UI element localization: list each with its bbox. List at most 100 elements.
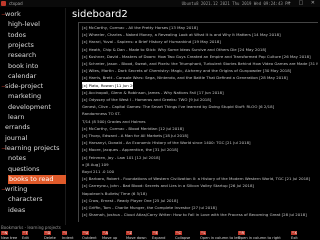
command-collapse[interactable]: ^C Collapse: [175, 231, 190, 240]
list-item[interactable]: [x] Wheeler, Charles - Naked Money, a Re…: [82, 31, 318, 38]
list-item[interactable]: [x] Harsanyi, Donald - An Economic Histo…: [82, 139, 318, 146]
command-exit[interactable]: ^X Exit: [291, 231, 298, 240]
sidebar-item-side-project[interactable]: − side-project: [1, 82, 67, 91]
main-pane: sideboard2 [x] McCarthy, Cormac - All th…: [68, 8, 320, 225]
sidebar-item-ideas[interactable]: ideas: [8, 206, 66, 215]
shortcut-key: ^L: [200, 231, 207, 235]
list-item[interactable]: Napoleon's Bullets/ Time (6 5/18): [82, 190, 318, 197]
list-item[interactable]: [x] Harari, Yuval - Sapiens: a Brief His…: [82, 38, 318, 45]
list-item[interactable]: [x] Moore, Jacques - Apprentice, the [31…: [82, 146, 318, 153]
sidebar-item-label: work: [5, 10, 21, 18]
list-item[interactable]: [x] Crow, Ernest - Ready Player One [25 …: [82, 197, 318, 204]
sidebar-item-label: book into: [8, 61, 39, 70]
sidebar-item-label: todos: [8, 30, 27, 39]
command-label: Move down: [126, 235, 147, 240]
command-delete[interactable]: ^D Delete: [44, 231, 56, 240]
title-bar: ctxpad Ubuntu8 2021.12 2021 Thu 2019 Wed…: [0, 0, 320, 7]
command-open-in-column-to-right[interactable]: ^R Open in column to right: [238, 231, 281, 240]
shortcut-key: ^T: [22, 231, 29, 235]
sidebar-item-calendar[interactable]: calendar: [8, 72, 66, 81]
sidebar-tree: − work high-level todos projects research book…: [0, 8, 66, 225]
command-label: Move up: [102, 235, 118, 240]
sidebar-item-label: calendar: [8, 71, 37, 80]
window-title: ctxpad: [9, 1, 23, 6]
sidebar-item-label: ideas: [8, 205, 26, 214]
sidebar-item-label: learn: [8, 113, 25, 121]
command-edit[interactable]: ^T Edit: [22, 231, 29, 240]
sidebar-item-todos[interactable]: todos: [8, 31, 66, 40]
window-controls[interactable]: – □ ✕: [288, 0, 318, 7]
bottom-bar: Bookmarks - learning projects ^N New tree…: [0, 225, 320, 240]
list-item[interactable]: [x] Schreier, Jason - Blood, Sweat, and …: [82, 60, 318, 67]
sidebar-item-notes[interactable]: notes: [8, 154, 66, 163]
command-outdent[interactable]: ^U Outdent: [82, 231, 97, 240]
sidebar-item-book-into[interactable]: book into: [8, 62, 66, 71]
sidebar-item-label: side-project: [5, 82, 44, 91]
command-open-in-column-to-left[interactable]: ^L Open in column to left: [200, 231, 240, 240]
list-item[interactable]: [x] Heath, Chip & Dan - Made to Stick: W…: [82, 46, 318, 53]
sidebar-item-label: journal: [5, 133, 28, 142]
list-item[interactable]: T/14 (8 500) Grades and Holmes: [82, 118, 318, 125]
sidebar-item-label: books to read: [9, 174, 54, 183]
list-item[interactable]: [x] Kushner, David - Masters of Doom: Ho…: [82, 53, 318, 60]
list-item[interactable]: [x] Barbaro, Robert - Foundations of Wes…: [82, 175, 318, 182]
command-new-tree[interactable]: ^N New tree: [1, 231, 17, 240]
shortcut-key: ^U: [82, 231, 89, 235]
command-label: Open in column to right: [238, 235, 281, 240]
list-item[interactable]: [x] Wiles, Martin - Dark Secrets of Chem…: [82, 67, 318, 74]
shortcut-key: ^R: [238, 231, 245, 235]
sidebar-item-errands[interactable]: errands: [1, 123, 67, 132]
sidebar-item-development[interactable]: development: [8, 103, 66, 112]
shortcut-key: ^A: [102, 231, 109, 235]
sidebar-item-label: characters: [8, 195, 43, 204]
sidebar-item-label: writing: [5, 185, 28, 194]
sidebar-item-books-to-read[interactable]: books to read: [8, 174, 66, 184]
selected-list-item[interactable]: [x] Plato, Rowan [11 Jun 2018]: [82, 81, 133, 89]
sidebar-item-writing[interactable]: − writing: [1, 185, 67, 194]
list-item[interactable]: x [8 Aug] 109: [82, 161, 318, 168]
list-item[interactable]: [x] Harris, Brett - Console Wars: Sega, …: [82, 74, 318, 81]
sidebar-item-characters[interactable]: characters: [8, 195, 66, 204]
sidebar-item-projects[interactable]: projects: [8, 41, 66, 50]
title-timestamp: Ubuntu8 2021.12 2021 Thu 2019 Wed 09:24:…: [181, 1, 290, 6]
list-item[interactable]: Randomness TO ST.: [82, 110, 318, 117]
sidebar-item-research[interactable]: research: [8, 51, 66, 60]
sidebar-item-work[interactable]: − work: [1, 10, 67, 19]
list-item[interactable]: [x] Odyssey of the West I - Homeros and …: [82, 96, 318, 103]
command-label: Collapse: [175, 235, 191, 240]
command-label: Expand: [152, 235, 166, 240]
list-item[interactable]: Boyd 211 .0 100: [82, 168, 318, 175]
list-item[interactable]: [x] Thorp, Edward - A Man for All Market…: [82, 132, 318, 139]
list-item[interactable]: [x] McCarthy, Cormac - All the Pretty Ho…: [82, 24, 318, 31]
sidebar-item-marketing[interactable]: marketing: [8, 92, 66, 101]
command-label: Open in column to left: [200, 235, 241, 240]
list-item[interactable]: [x] Carreyrou, John - Bad Blood: Secrets…: [82, 182, 318, 189]
command-expand[interactable]: ^E Expand: [152, 231, 165, 240]
list-item[interactable]: [x] Accinopoli, Glenn & Robinson, James …: [82, 89, 318, 96]
command-move-up[interactable]: ^A Move up: [102, 231, 117, 240]
sidebar-item-high-level[interactable]: high-level: [8, 20, 66, 29]
sidebar-item-label: high-level: [8, 20, 40, 29]
sidebar-item-label: questions: [8, 164, 40, 173]
shortcut-key: ^Z: [126, 231, 133, 235]
command-label: Delete: [44, 235, 56, 240]
sidebar-item-label: errands: [5, 123, 30, 132]
list-item[interactable]: Genest, Clive - Capital Games: The Smart…: [82, 103, 318, 110]
sidebar-item-journal[interactable]: journal: [1, 134, 67, 143]
sidebar-item-label: development: [8, 102, 51, 111]
list-item[interactable]: [x] Griffin, Tom - Charlie Munger, the C…: [82, 204, 318, 211]
list-item[interactable]: [x] Feinmen, Jay - Law 101 [12 Jul 2018]: [82, 154, 318, 161]
shortcut-key: ^D: [44, 231, 51, 235]
command-indent[interactable]: ^I Indent: [62, 231, 74, 240]
list-item[interactable]: [x] McCarthy, Cormac - Blood Meridian [1…: [82, 125, 318, 132]
shortcut-key: ^N: [1, 231, 8, 235]
sidebar-item-learn[interactable]: learn: [8, 113, 66, 122]
command-label: Outdent: [82, 235, 97, 240]
sidebar-item-questions[interactable]: questions: [8, 165, 66, 174]
sidebar-item-learning-projects[interactable]: − learning projects: [1, 144, 67, 153]
command-move-down[interactable]: ^Z Move down: [126, 231, 146, 240]
shortcut-key: ^E: [152, 231, 159, 235]
list-item[interactable]: [x] Shamah, Joshua - Cloud Atlas/Carry W…: [82, 211, 318, 218]
shortcut-key: ^I: [62, 231, 68, 235]
sidebar-item-label: marketing: [8, 92, 42, 101]
